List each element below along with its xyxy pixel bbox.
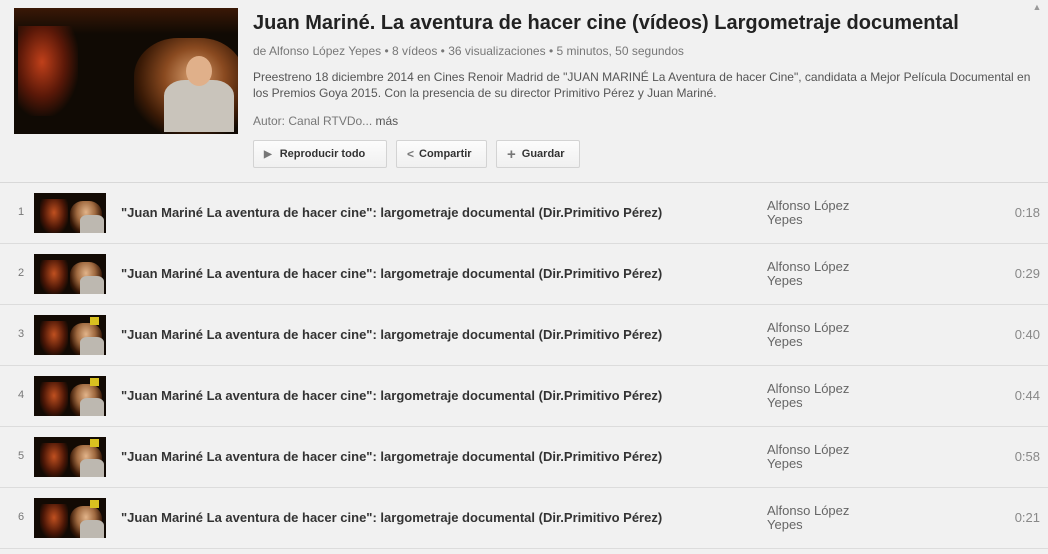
video-duration: 0:21 bbox=[1014, 510, 1040, 525]
video-thumbnail[interactable] bbox=[34, 315, 106, 355]
video-owner[interactable]: Alfonso López Yepes bbox=[767, 443, 887, 471]
share-label: Compartir bbox=[419, 148, 472, 160]
video-duration: 0:40 bbox=[1014, 327, 1040, 342]
video-owner[interactable]: Alfonso López Yepes bbox=[767, 382, 887, 410]
share-icon: < bbox=[407, 147, 415, 161]
video-duration: 0:44 bbox=[1014, 388, 1040, 403]
video-index: 1 bbox=[17, 206, 25, 218]
video-index: 5 bbox=[17, 450, 25, 462]
video-thumbnail[interactable] bbox=[34, 498, 106, 538]
video-duration: 0:29 bbox=[1014, 266, 1040, 281]
video-row[interactable]: 2 "Juan Mariné La aventura de hacer cine"… bbox=[0, 244, 1048, 305]
save-label: Guardar bbox=[521, 148, 565, 160]
video-title[interactable]: "Juan Mariné La aventura de hacer cine":… bbox=[121, 510, 662, 525]
playlist-cover-thumbnail[interactable] bbox=[14, 8, 238, 134]
playlist-title: Juan Mariné. La aventura de hacer cine (… bbox=[253, 12, 959, 34]
scroll-up-arrow-icon[interactable]: ▲ bbox=[1031, 2, 1043, 14]
playlist-meta: de Alfonso López Yepes • 8 vídeos • 36 v… bbox=[253, 44, 684, 58]
video-row[interactable]: 4 "Juan Mariné La aventura de hacer cine"… bbox=[0, 366, 1048, 427]
play-all-button[interactable]: ▶ Reproducir todo bbox=[253, 140, 387, 168]
save-button[interactable]: + Guardar bbox=[496, 140, 580, 168]
video-thumbnail[interactable] bbox=[34, 437, 106, 477]
video-thumbnail[interactable] bbox=[34, 254, 106, 294]
video-index: 4 bbox=[17, 389, 25, 401]
video-owner[interactable]: Alfonso López Yepes bbox=[767, 260, 887, 288]
video-row[interactable]: 1 "Juan Mariné La aventura de hacer cine"… bbox=[0, 183, 1048, 244]
video-row[interactable]: 3 "Juan Mariné La aventura de hacer cine"… bbox=[0, 305, 1048, 366]
video-index: 6 bbox=[17, 511, 25, 523]
video-duration: 0:58 bbox=[1014, 449, 1040, 464]
playlist-header: Juan Mariné. La aventura de hacer cine (… bbox=[0, 0, 1048, 183]
video-title[interactable]: "Juan Mariné La aventura de hacer cine":… bbox=[121, 449, 662, 464]
video-title[interactable]: "Juan Mariné La aventura de hacer cine":… bbox=[121, 327, 662, 342]
playlist-author: Autor: Canal RTVDo... más bbox=[253, 114, 398, 128]
video-thumbnail[interactable] bbox=[34, 193, 106, 233]
video-row[interactable]: 5 "Juan Mariné La aventura de hacer cine"… bbox=[0, 427, 1048, 488]
play-icon: ▶ bbox=[264, 148, 272, 160]
video-title[interactable]: "Juan Mariné La aventura de hacer cine":… bbox=[121, 266, 662, 281]
video-list: 1 "Juan Mariné La aventura de hacer cine"… bbox=[0, 183, 1048, 549]
video-title[interactable]: "Juan Mariné La aventura de hacer cine":… bbox=[121, 388, 662, 403]
playlist-description: Preestreno 18 diciembre 2014 en Cines Re… bbox=[253, 70, 1031, 100]
plus-icon: + bbox=[507, 145, 516, 163]
video-owner[interactable]: Alfonso López Yepes bbox=[767, 199, 887, 227]
author-label: Autor: Canal RTVDo... bbox=[253, 114, 373, 128]
video-title[interactable]: "Juan Mariné La aventura de hacer cine":… bbox=[121, 205, 662, 220]
video-owner[interactable]: Alfonso López Yepes bbox=[767, 504, 887, 532]
video-thumbnail[interactable] bbox=[34, 376, 106, 416]
video-index: 3 bbox=[17, 328, 25, 340]
play-all-label: Reproducir todo bbox=[279, 148, 366, 160]
video-index: 2 bbox=[17, 267, 25, 279]
more-link[interactable]: más bbox=[376, 114, 399, 128]
share-button[interactable]: < Compartir bbox=[396, 140, 487, 168]
video-duration: 0:18 bbox=[1014, 205, 1040, 220]
video-row[interactable]: 6 "Juan Mariné La aventura de hacer cine"… bbox=[0, 488, 1048, 549]
video-owner[interactable]: Alfonso López Yepes bbox=[767, 321, 887, 349]
